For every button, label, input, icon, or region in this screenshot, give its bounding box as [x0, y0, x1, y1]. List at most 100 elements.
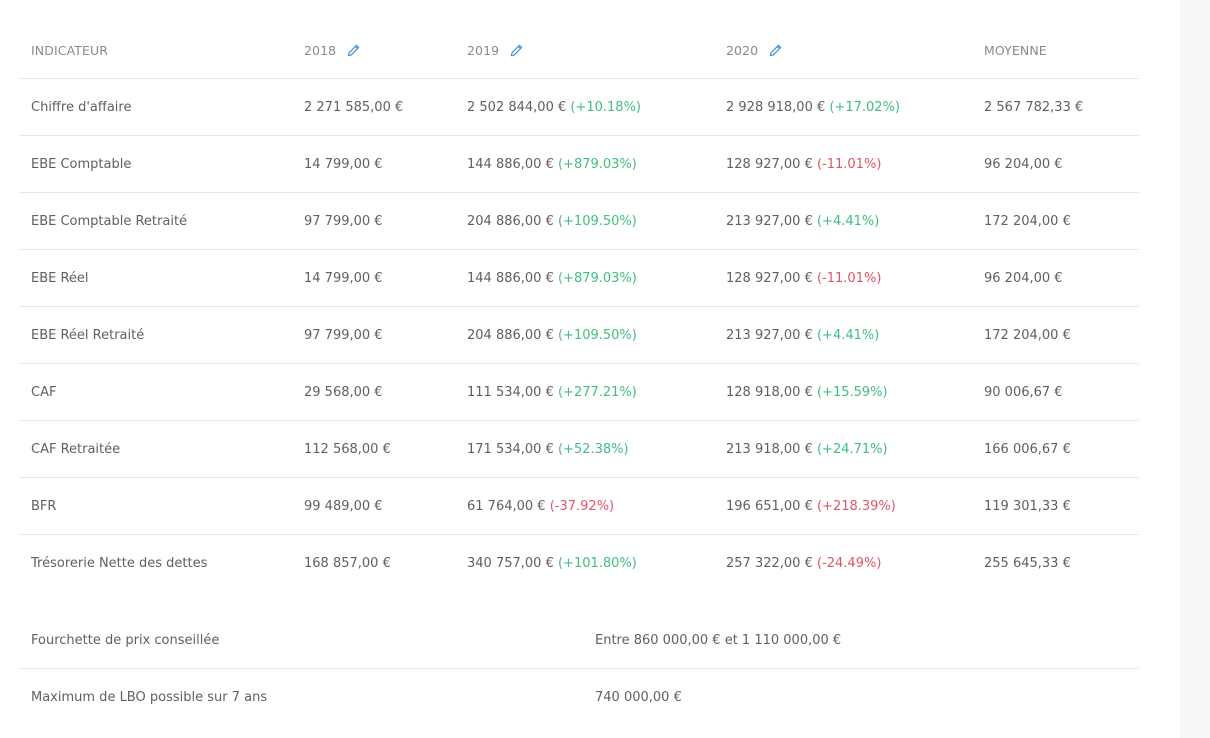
- cell-2019: 61 764,00 € (-37.92%): [455, 477, 714, 535]
- indicator-label: CAF: [19, 363, 292, 421]
- cell-2018-value: 2 271 585,00 €: [304, 99, 404, 115]
- page: INDICATEUR 2018 2019 2020 MOYENNE Chiffr…: [0, 0, 1210, 738]
- cell-average-value: 96 204,00 €: [984, 270, 1063, 286]
- lbo-label: Maximum de LBO possible sur 7 ans: [31, 689, 268, 705]
- indicator-label-value: EBE Comptable: [31, 156, 132, 172]
- cell-2020-change: (+15.59%): [816, 384, 888, 400]
- edit-2018-pencil-icon[interactable]: [346, 43, 361, 58]
- cell-2019-value: 144 886,00 €: [467, 156, 554, 172]
- indicator-label: BFR: [19, 477, 292, 535]
- table-row: BFR 99 489,00 € 61 764,00 € (-37.92%) 196 6…: [19, 477, 1139, 535]
- indicator-label-value: EBE Comptable Retraité: [31, 213, 188, 229]
- cell-average-value: 96 204,00 €: [984, 156, 1063, 172]
- cell-2018: 99 489,00 €: [292, 477, 455, 535]
- table-row: EBE Réel Retraité 97 799,00 € 204 886,00 €…: [19, 306, 1139, 364]
- edit-2019-pencil-icon[interactable]: [509, 43, 524, 58]
- cell-2019-change: (+101.80%): [557, 555, 637, 571]
- table-row: CAF 29 568,00 € 111 534,00 € (+277.21%) 128…: [19, 363, 1139, 421]
- table-body: Chiffre d'affaire 2 271 585,00 € 2 502 844…: [19, 78, 1139, 592]
- cell-average-value: 172 204,00 €: [984, 327, 1071, 343]
- cell-2020: 128 927,00 € (-11.01%): [714, 135, 972, 193]
- cell-2019: 204 886,00 € (+109.50%): [455, 192, 714, 250]
- header-2020-label: 2020: [726, 42, 759, 58]
- cell-2020: 213 918,00 € (+24.71%): [714, 420, 972, 478]
- indicator-label-value: Trésorerie Nette des dettes: [31, 555, 208, 571]
- indicator-label: CAF Retraitée: [19, 420, 292, 478]
- indicator-label: EBE Comptable Retraité: [19, 192, 292, 250]
- cell-average: 172 204,00 €: [972, 306, 1139, 364]
- cell-2019-change: (+52.38%): [557, 441, 629, 457]
- table-row: CAF Retraitée 112 568,00 € 171 534,00 € (+…: [19, 420, 1139, 478]
- cell-2019-change: (+277.21%): [557, 384, 637, 400]
- cell-2020-value: 196 651,00 €: [726, 498, 813, 514]
- cell-2019-change: (+109.50%): [557, 213, 637, 229]
- cell-2018: 14 799,00 €: [292, 135, 455, 193]
- cell-2019: 111 534,00 € (+277.21%): [455, 363, 714, 421]
- indicator-label: EBE Comptable: [19, 135, 292, 193]
- cell-average: 96 204,00 €: [972, 135, 1139, 193]
- cell-2019: 340 757,00 € (+101.80%): [455, 535, 714, 592]
- indicators-content: INDICATEUR 2018 2019 2020 MOYENNE Chiffr…: [19, 22, 1139, 725]
- indicator-label-value: EBE Réel Retraité: [31, 327, 145, 343]
- cell-2020-change: (-24.49%): [816, 555, 882, 571]
- cell-2018: 168 857,00 €: [292, 535, 455, 592]
- cell-2018: 14 799,00 €: [292, 249, 455, 307]
- cell-2020-value: 128 918,00 €: [726, 384, 813, 400]
- header-indicator: INDICATEUR: [19, 22, 292, 79]
- cell-2020-value: 213 918,00 €: [726, 441, 813, 457]
- indicator-label-value: CAF: [31, 384, 57, 400]
- cell-2020: 257 322,00 € (-24.49%): [714, 535, 972, 592]
- cell-2019-value: 171 534,00 €: [467, 441, 554, 457]
- cell-2020-change: (+24.71%): [816, 441, 888, 457]
- header-2018: 2018: [292, 22, 455, 79]
- cell-2019: 171 534,00 € (+52.38%): [455, 420, 714, 478]
- cell-2019-change: (+10.18%): [570, 99, 641, 115]
- cell-2018: 97 799,00 €: [292, 306, 455, 364]
- edit-2020-pencil-icon[interactable]: [768, 43, 783, 58]
- cell-2019-value: 111 534,00 €: [467, 384, 554, 400]
- header-average: MOYENNE: [972, 22, 1139, 79]
- lbo-row: Maximum de LBO possible sur 7 ans 740 00…: [19, 669, 1139, 725]
- cell-2018-value: 168 857,00 €: [304, 555, 391, 571]
- price-range-row: Fourchette de prix conseillée Entre 860 …: [19, 612, 1139, 669]
- lbo-value: 740 000,00 €: [595, 689, 682, 705]
- cell-2019-change: (+109.50%): [557, 327, 637, 343]
- cell-average-value: 90 006,67 €: [984, 384, 1063, 400]
- cell-average: 255 645,33 €: [972, 535, 1139, 592]
- cell-2018-value: 97 799,00 €: [304, 213, 383, 229]
- indicator-label: Trésorerie Nette des dettes: [19, 535, 292, 592]
- cell-2020: 128 927,00 € (-11.01%): [714, 249, 972, 307]
- cell-2019-value: 61 764,00 €: [467, 498, 546, 514]
- cell-2018: 2 271 585,00 €: [292, 78, 455, 136]
- cell-average: 172 204,00 €: [972, 192, 1139, 250]
- cell-2019-value: 144 886,00 €: [467, 270, 554, 286]
- cell-2020: 213 927,00 € (+4.41%): [714, 306, 972, 364]
- price-range-value: Entre 860 000,00 € et 1 110 000,00 €: [595, 632, 842, 648]
- cell-2020-value: 2 928 918,00 €: [726, 99, 826, 115]
- cell-2018: 97 799,00 €: [292, 192, 455, 250]
- cell-average-value: 166 006,67 €: [984, 441, 1071, 457]
- cell-average-value: 255 645,33 €: [984, 555, 1071, 571]
- cell-average-value: 172 204,00 €: [984, 213, 1071, 229]
- cell-2019: 144 886,00 € (+879.03%): [455, 249, 714, 307]
- cell-2020-change: (-11.01%): [816, 270, 882, 286]
- cell-2018-value: 99 489,00 €: [304, 498, 383, 514]
- price-range-label: Fourchette de prix conseillée: [31, 632, 220, 648]
- cell-2019: 204 886,00 € (+109.50%): [455, 306, 714, 364]
- table-row: EBE Comptable 14 799,00 € 144 886,00 € (+8…: [19, 135, 1139, 193]
- cell-average-value: 2 567 782,33 €: [984, 99, 1084, 115]
- cell-average: 96 204,00 €: [972, 249, 1139, 307]
- header-2019-label: 2019: [467, 42, 500, 58]
- indicators-table: INDICATEUR 2018 2019 2020 MOYENNE Chiffr…: [19, 22, 1139, 591]
- cell-2018-value: 29 568,00 €: [304, 384, 383, 400]
- cell-2018-value: 14 799,00 €: [304, 156, 383, 172]
- header-2018-label: 2018: [304, 42, 337, 58]
- cell-average-value: 119 301,33 €: [984, 498, 1071, 514]
- cell-2019-value: 204 886,00 €: [467, 213, 554, 229]
- table-header-row: INDICATEUR 2018 2019 2020 MOYENNE: [19, 22, 1139, 79]
- cell-2018-value: 112 568,00 €: [304, 441, 391, 457]
- cell-2018: 112 568,00 €: [292, 420, 455, 478]
- cell-2019-value: 2 502 844,00 €: [467, 99, 567, 115]
- right-side-panel: [1180, 0, 1210, 738]
- indicator-label: Chiffre d'affaire: [19, 78, 292, 136]
